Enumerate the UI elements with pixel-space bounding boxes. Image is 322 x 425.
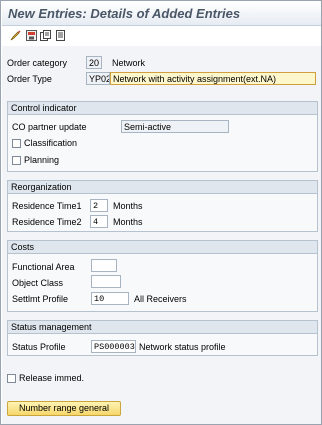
reorganization-group: Reorganization Residence Time1 2 Months … [7, 180, 318, 232]
edit-icon[interactable] [10, 30, 21, 41]
settlmt-profile-label: Settlmt Profile [12, 294, 69, 304]
reorganization-title: Reorganization [8, 181, 317, 194]
classification-checkbox[interactable] [12, 139, 21, 148]
order-type-text[interactable]: Network with activity assignment(ext.NA) [110, 72, 316, 85]
order-type-label: Order Type [7, 74, 52, 84]
print-icon[interactable] [55, 30, 66, 41]
residence-time1-label: Residence Time1 [12, 201, 82, 211]
residence-time2-field[interactable]: 4 [90, 215, 108, 228]
object-class-label: Object Class [12, 278, 64, 288]
functional-area-label: Functional Area [12, 262, 75, 272]
order-category-field[interactable]: 20 [86, 56, 102, 69]
functional-area-field[interactable] [91, 259, 117, 272]
status-management-group: Status management Status Profile PS00000… [7, 320, 318, 356]
status-management-title: Status management [8, 321, 317, 334]
window-title: New Entries: Details of Added Entries [8, 6, 241, 21]
classification-label: Classification [24, 138, 78, 148]
settlmt-profile-text: All Receivers [134, 294, 187, 304]
object-class-field[interactable] [91, 275, 121, 288]
order-type-field[interactable]: YP02 [86, 72, 110, 85]
residence-time2-label: Residence Time2 [12, 217, 82, 227]
order-category-label: Order category [7, 58, 68, 68]
screen-body: Order category 20 Network Order Type YP0… [2, 46, 321, 424]
control-indicator-group: Control indicator CO partner update Semi… [7, 101, 318, 172]
planning-checkbox[interactable] [12, 156, 21, 165]
costs-title: Costs [8, 241, 317, 254]
residence-time2-unit: Months [113, 217, 143, 227]
save-variant-icon[interactable] [26, 30, 37, 41]
residence-time1-field[interactable]: 2 [90, 199, 108, 212]
planning-label: Planning [24, 155, 60, 165]
status-profile-text: Network status profile [139, 342, 226, 352]
control-indicator-title: Control indicator [8, 102, 317, 115]
number-range-general-button[interactable]: Number range general [7, 401, 121, 416]
title-bar: New Entries: Details of Added Entries [2, 2, 321, 26]
window-frame: New Entries: Details of Added Entries Or… [0, 0, 322, 425]
application-toolbar [2, 27, 321, 45]
co-partner-label: CO partner update [12, 122, 87, 132]
release-immed-checkbox[interactable] [7, 374, 16, 383]
release-immed-label: Release immed. [19, 373, 85, 383]
status-profile-field[interactable]: PS000003 [91, 340, 136, 353]
settlmt-profile-field[interactable]: 10 [91, 292, 129, 305]
residence-time1-unit: Months [113, 201, 143, 211]
co-partner-field[interactable]: Semi-active [121, 120, 229, 133]
copy-icon[interactable] [40, 30, 51, 41]
costs-group: Costs Functional Area Object Class Settl… [7, 240, 318, 312]
order-category-text: Network [112, 58, 146, 68]
status-profile-label: Status Profile [12, 342, 66, 352]
